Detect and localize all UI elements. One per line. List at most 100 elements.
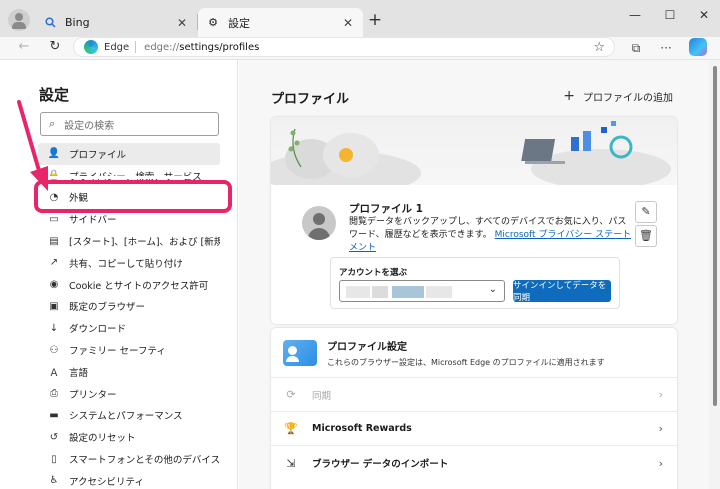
sidebar-item-label: プロファイル: [69, 149, 127, 161]
sidebar-item-label: ファミリー セーフティ: [69, 346, 166, 358]
maximize-button[interactable]: ☐: [655, 8, 685, 28]
sidebar-item-downloads[interactable]: ↓ ダウンロード: [38, 317, 220, 339]
sidebar-item-languages[interactable]: Ａ 言語: [38, 361, 220, 383]
home-icon: ▤: [49, 235, 59, 247]
tab-label: 設定: [228, 16, 250, 30]
system-icon: ▬: [49, 409, 59, 421]
family-icon: ⚇: [49, 344, 59, 356]
address-divider: [135, 41, 137, 53]
sidebar-item-label: システムとパフォーマンス: [69, 411, 183, 423]
delete-profile-button[interactable]: 🗑: [635, 225, 657, 247]
favorite-star-icon[interactable]: ☆: [593, 40, 605, 55]
pencil-icon: ✎: [641, 205, 651, 218]
profile-settings-icon: [283, 339, 317, 366]
sidebar-item-label: [スタート]、[ホーム]、および [新規] タブ: [69, 237, 220, 249]
sidebar-item-share-copy-paste[interactable]: ↗ 共有、コピーして貼り付け: [38, 252, 220, 274]
account-redacted: [346, 286, 370, 298]
sidebar-item-printers[interactable]: ⎙ プリンター: [38, 383, 220, 405]
reset-icon: ↺: [49, 431, 59, 443]
close-tab-icon[interactable]: ✕: [175, 16, 189, 30]
profile-banner: [271, 117, 677, 195]
edit-profile-button[interactable]: ✎: [635, 201, 657, 223]
profile-settings-header: プロファイル設定 これらのブラウザー設定は、Microsoft Edge のプロ…: [271, 328, 677, 378]
add-profile-label: プロファイルの追加: [583, 92, 673, 104]
url-path: settings/profiles: [179, 41, 260, 53]
sync-icon: ⟳: [286, 388, 296, 401]
page-title: プロファイル: [271, 92, 350, 107]
collections-icon[interactable]: ⧉: [627, 39, 645, 57]
plus-icon: +: [563, 88, 575, 104]
sidebar-item-profiles[interactable]: 👤 プロファイル: [38, 143, 220, 165]
copilot-icon[interactable]: [689, 38, 707, 56]
signin-sync-button[interactable]: サインインしてデータを同期: [513, 280, 611, 303]
browser-icon: ▣: [49, 300, 59, 312]
sidebar-item-label: 設定のリセット: [69, 433, 136, 445]
scrollbar-thumb[interactable]: [713, 66, 717, 406]
sidebar-item-system-performance[interactable]: ▬ システムとパフォーマンス: [38, 405, 220, 427]
settings-row-rewards[interactable]: 🏆 Microsoft Rewards ›: [271, 412, 677, 446]
phone-icon: ▯: [51, 453, 57, 465]
annotation-highlight-box: [34, 180, 232, 213]
profile-name: プロファイル 1: [349, 203, 423, 215]
add-profile-button[interactable]: + プロファイルの追加: [563, 88, 673, 104]
tab-settings[interactable]: ⚙ 設定 ✕: [198, 8, 363, 37]
accessibility-icon: ♿: [49, 475, 59, 487]
account-chooser: アカウントを選ぶ ⌄ サインインしてデータを同期: [330, 257, 620, 309]
scrollbar[interactable]: [709, 60, 720, 489]
sidebar-item-label: Cookie とサイトのアクセス許可: [69, 280, 209, 292]
settings-row-sync[interactable]: ⟳ 同期 ›: [271, 378, 677, 412]
sidebar-item-phone-devices[interactable]: ▯ スマートフォンとその他のデバイス: [38, 448, 220, 470]
minimize-button[interactable]: —: [620, 8, 650, 28]
chevron-down-icon: ⌄: [488, 284, 497, 295]
search-placeholder: 設定の検索: [64, 120, 115, 132]
settings-row-label: Microsoft Rewards: [312, 423, 412, 434]
sidebar-item-label: アクセシビリティ: [69, 476, 144, 488]
profile-settings-title: プロファイル設定: [327, 341, 407, 353]
search-icon: [43, 16, 57, 30]
account-select[interactable]: ⌄: [339, 280, 505, 302]
tab-bing[interactable]: Bing ✕: [35, 8, 197, 37]
title-bar: Bing ✕ ⚙ 設定 ✕ + — ☐ ✕: [0, 0, 720, 37]
profile-avatar: [302, 206, 336, 240]
more-menu-icon[interactable]: ···: [657, 39, 675, 57]
account-redacted: [426, 286, 452, 298]
account-redacted: [392, 286, 424, 298]
download-icon: ↓: [49, 322, 59, 334]
chevron-right-icon: ›: [658, 422, 663, 435]
sidebar-item-label: 言語: [69, 367, 89, 379]
sidebar-item-default-browser[interactable]: ▣ 既定のブラウザー: [38, 296, 220, 318]
search-settings-input[interactable]: ⌕ 設定の検索: [40, 112, 219, 136]
sidebar-item-family-safety[interactable]: ⚇ ファミリー セーフティ: [38, 339, 220, 361]
settings-row-import[interactable]: ⇲ ブラウザー データのインポート ›: [271, 446, 677, 480]
sidebar-item-reset-settings[interactable]: ↺ 設定のリセット: [38, 426, 220, 448]
main-pane: プロファイル + プロファイルの追加 プロファイル 1 閲覧データをバックアップ…: [239, 60, 709, 489]
close-tab-icon[interactable]: ✕: [341, 16, 355, 30]
toolbar: ← ↻ Edge edge:// settings/profiles ☆ ⧉ ·…: [0, 37, 720, 59]
profile-settings-subtitle: これらのブラウザー設定は、Microsoft Edge のプロファイルに適用され…: [327, 357, 605, 367]
cookie-icon: ◉: [49, 279, 59, 291]
profile-avatar-button[interactable]: [8, 9, 30, 31]
sidebar-item-accessibility[interactable]: ♿ アクセシビリティ: [38, 470, 220, 489]
settings-row-label: ブラウザー データのインポート: [312, 459, 449, 470]
share-icon: ↗: [49, 257, 59, 269]
sidebar-icon: ▭: [49, 213, 59, 225]
site-label: Edge: [104, 41, 130, 53]
page-content: 設定 ⌕ 設定の検索 👤 プロファイル 🔒 プライバシー、検索、サービス ◔ 外…: [0, 59, 720, 489]
tab-label: Bing: [65, 16, 90, 29]
new-tab-button[interactable]: +: [366, 10, 384, 30]
back-button[interactable]: ←: [13, 37, 35, 59]
close-window-button[interactable]: ✕: [689, 8, 719, 28]
sidebar-item-label: 共有、コピーして貼り付け: [69, 258, 183, 270]
refresh-button[interactable]: ↻: [44, 37, 66, 59]
sidebar-item-label: サイドバー: [69, 215, 117, 227]
import-icon: ⇲: [286, 456, 296, 470]
edge-logo-icon: [84, 40, 98, 54]
address-bar[interactable]: Edge edge:// settings/profiles ☆: [73, 37, 615, 57]
url-host: edge://: [144, 41, 180, 53]
sidebar-item-start-home-newtab[interactable]: ▤ [スタート]、[ホーム]、および [新規] タブ: [38, 230, 220, 252]
sidebar-item-label: 既定のブラウザー: [69, 302, 146, 314]
profile-card: プロファイル 1 閲覧データをバックアップし、すべてのデバイスでお気に入り、パス…: [271, 117, 677, 324]
settings-row-label: 同期: [312, 390, 332, 402]
chevron-right-icon: ›: [658, 388, 663, 401]
sidebar-item-cookies[interactable]: ◉ Cookie とサイトのアクセス許可: [38, 274, 220, 296]
